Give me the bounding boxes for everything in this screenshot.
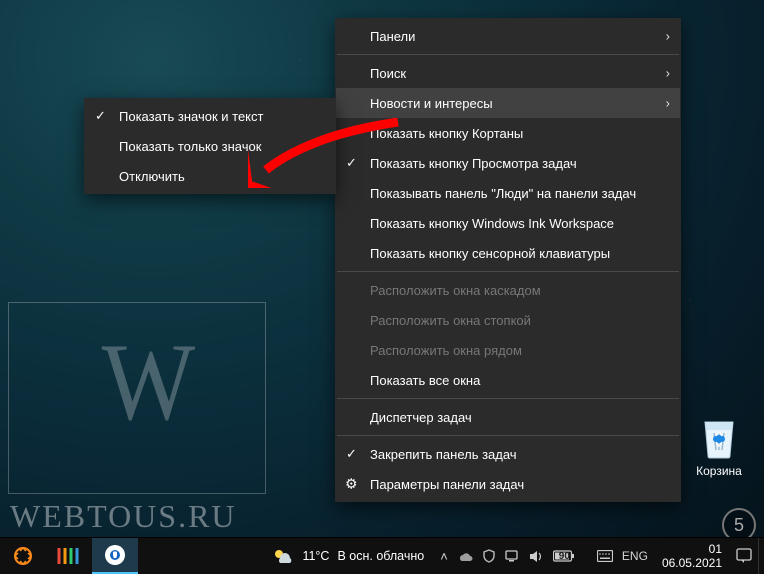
tray-network-icon[interactable] <box>505 549 520 563</box>
tray-language[interactable]: ENG <box>622 549 648 563</box>
menu-separator <box>337 54 679 55</box>
desktop-background: W WEBTOUS.RU Корзина 5 Панели › Поиск › <box>0 0 764 574</box>
watermark-box: W <box>8 302 266 494</box>
taskbar-app-1[interactable] <box>0 538 46 574</box>
chevron-right-icon: › <box>666 29 670 44</box>
menu-item-search[interactable]: Поиск › <box>336 58 680 88</box>
menu-item-cascade: Расположить окна каскадом <box>336 275 680 305</box>
menu-item-side-by-side: Расположить окна рядом <box>336 335 680 365</box>
weather-temp: 11°C <box>302 549 329 563</box>
menu-item-toolbars[interactable]: Панели › <box>336 21 680 51</box>
tray-defender-icon[interactable] <box>482 549 496 563</box>
menu-item-taskbar-settings[interactable]: ⚙ Параметры панели задач <box>336 469 680 499</box>
menu-separator <box>337 271 679 272</box>
watermark-text: WEBTOUS.RU <box>10 498 237 535</box>
clock-date: 06.05.2021 <box>662 556 722 570</box>
menu-item-label: Показать кнопку Просмотра задач <box>370 156 577 171</box>
menu-separator <box>337 398 679 399</box>
menu-item-news-interests[interactable]: Новости и интересы › <box>336 88 680 118</box>
menu-item-touch-keyboard[interactable]: Показать кнопку сенсорной клавиатуры <box>336 238 680 268</box>
menu-item-label: Параметры панели задач <box>370 477 524 492</box>
menu-item-label: Показать значок и текст <box>119 109 263 124</box>
menu-separator <box>337 435 679 436</box>
battery-percent: 90 <box>559 551 570 562</box>
clock-time: 01 <box>662 542 722 556</box>
check-icon: ✓ <box>346 155 357 171</box>
menu-item-label: Показать только значок <box>119 139 261 154</box>
tray-battery-icon[interactable]: 90 <box>553 550 588 562</box>
taskbar-app-2[interactable] <box>46 538 92 574</box>
menu-item-label: Закрепить панель задач <box>370 447 517 462</box>
tray-onedrive-icon[interactable] <box>457 550 473 562</box>
action-center-icon[interactable] <box>730 548 758 564</box>
tray-volume-icon[interactable] <box>529 550 544 563</box>
submenu-item-disable[interactable]: Отключить <box>85 161 335 191</box>
taskbar-weather[interactable]: 11°C В осн. облачно <box>262 538 434 574</box>
submenu-item-icon-only[interactable]: Показать только значок <box>85 131 335 161</box>
taskbar-context-menu: Панели › Поиск › Новости и интересы › По… <box>335 18 681 502</box>
recycle-bin-icon <box>699 412 739 460</box>
menu-item-label: Диспетчер задач <box>370 410 472 425</box>
check-icon: ✓ <box>95 108 106 124</box>
menu-item-cortana-button[interactable]: Показать кнопку Кортаны <box>336 118 680 148</box>
menu-item-label: Отключить <box>119 169 185 184</box>
menu-item-show-all-windows[interactable]: Показать все окна <box>336 365 680 395</box>
menu-item-label: Расположить окна каскадом <box>370 283 541 298</box>
system-tray: ˄ 90 ENG <box>434 538 654 574</box>
menu-item-stack: Расположить окна стопкой <box>336 305 680 335</box>
menu-item-label: Панели <box>370 29 415 44</box>
show-desktop-button[interactable] <box>758 538 764 574</box>
watermark-letter: W <box>102 327 188 437</box>
tray-keyboard-icon[interactable] <box>597 550 613 562</box>
check-icon: ✓ <box>346 446 357 462</box>
menu-item-label: Показать кнопку Кортаны <box>370 126 523 141</box>
chevron-right-icon: › <box>666 96 670 111</box>
submenu-item-icon-text[interactable]: ✓ Показать значок и текст <box>85 101 335 131</box>
tray-chevron-up-icon[interactable]: ˄ <box>440 549 448 564</box>
menu-item-label: Показать кнопку Windows Ink Workspace <box>370 216 614 231</box>
menu-item-label: Показать все окна <box>370 373 480 388</box>
menu-item-task-view-button[interactable]: ✓ Показать кнопку Просмотра задач <box>336 148 680 178</box>
weather-desc: В осн. облачно <box>337 549 424 563</box>
desktop-icon-label: Корзина <box>684 464 754 478</box>
menu-item-label: Расположить окна стопкой <box>370 313 531 328</box>
taskbar: 11°C В осн. облачно ˄ 90 <box>0 537 764 574</box>
gear-icon: ⚙ <box>345 476 358 493</box>
menu-item-label: Новости и интересы <box>370 96 493 111</box>
menu-item-people-panel[interactable]: Показывать панель "Люди" на панели задач <box>336 178 680 208</box>
weather-icon <box>272 547 294 565</box>
chevron-right-icon: › <box>666 66 670 81</box>
menu-item-label: Расположить окна рядом <box>370 343 522 358</box>
menu-item-label: Показать кнопку сенсорной клавиатуры <box>370 246 610 261</box>
menu-item-label: Поиск <box>370 66 406 81</box>
taskbar-clock[interactable]: 01 06.05.2021 <box>654 542 730 571</box>
menu-item-lock-taskbar[interactable]: ✓ Закрепить панель задач <box>336 439 680 469</box>
taskbar-app-3[interactable] <box>92 538 138 574</box>
menu-item-task-manager[interactable]: Диспетчер задач <box>336 402 680 432</box>
desktop-icon-recycle-bin[interactable]: Корзина <box>684 412 754 478</box>
news-interests-submenu: ✓ Показать значок и текст Показать тольк… <box>84 98 336 194</box>
taskbar-left <box>0 538 138 574</box>
menu-item-ink-workspace[interactable]: Показать кнопку Windows Ink Workspace <box>336 208 680 238</box>
menu-item-label: Показывать панель "Люди" на панели задач <box>370 186 636 201</box>
